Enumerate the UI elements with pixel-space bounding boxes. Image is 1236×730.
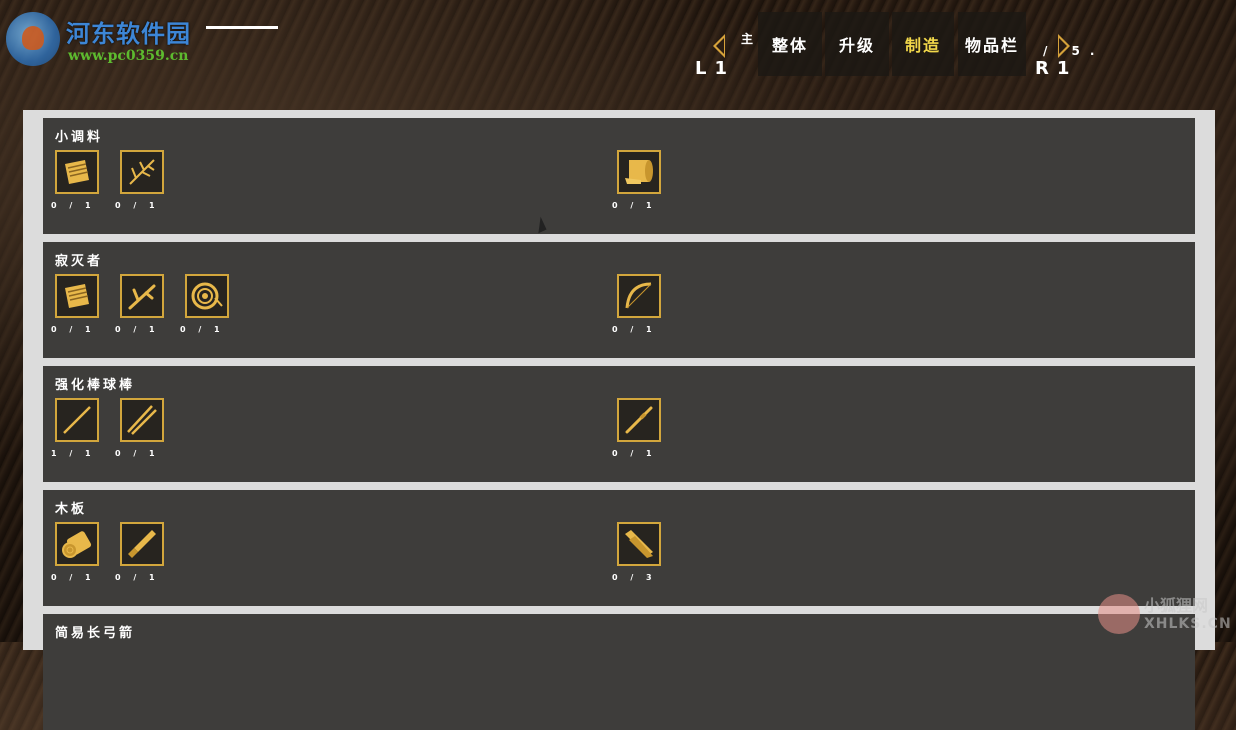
right-extra: / 5. — [1043, 44, 1105, 58]
branch-icon[interactable] — [120, 274, 164, 318]
stick-icon[interactable] — [55, 398, 99, 442]
ingredient-qty: 0 / 1 — [115, 573, 160, 582]
knife-icon[interactable] — [120, 522, 164, 566]
tab-crafting[interactable]: 制造 — [892, 12, 954, 76]
tab-label: 物品栏 — [964, 36, 1019, 55]
log-icon[interactable] — [55, 522, 99, 566]
tab-overall[interactable]: 整体 — [758, 12, 822, 76]
recipe-name: 寂灭者 — [55, 254, 104, 269]
menu-navigation: 主 L1 整体 升级 制造 物品栏 / 5. R1 — [695, 12, 1115, 79]
fox-logo-icon — [1098, 594, 1140, 634]
watermark2-title: 小狐狸网 — [1144, 596, 1209, 615]
prev-tab-icon[interactable] — [713, 34, 725, 58]
crafting-panel: 小调料 0 / 1 0 / 1 0 / 1 寂灭者 0 / 1 0 / 1 0 … — [23, 110, 1215, 730]
ingredient-qty: 1 / 1 — [51, 449, 96, 458]
recipe-row[interactable]: 强化棒球棒 1 / 1 0 / 1 0 / 1 — [43, 366, 1195, 482]
herb-icon[interactable] — [120, 150, 164, 194]
sticks-icon[interactable] — [120, 398, 164, 442]
recipe-row[interactable]: 寂灭者 0 / 1 0 / 1 0 / 1 0 / 1 — [43, 242, 1195, 358]
watermark2-url: XHLKS.CN — [1144, 616, 1232, 632]
next-tab-icon[interactable] — [1058, 34, 1070, 58]
result-qty: 0 / 1 — [612, 449, 657, 458]
bow-icon[interactable] — [617, 274, 661, 318]
l1-key-hint: L1 — [695, 58, 735, 79]
watermark-url: www.pc0359.cn — [68, 48, 189, 64]
tab-label: 升级 — [838, 36, 875, 55]
recipe-name: 小调料 — [55, 130, 104, 145]
left-label: 主 — [741, 32, 754, 46]
watermark-logo — [6, 12, 60, 66]
planks-icon[interactable] — [617, 522, 661, 566]
result-qty: 0 / 1 — [612, 325, 657, 334]
tab-label: 整体 — [771, 36, 808, 55]
tab-label: 制造 — [904, 36, 941, 55]
ingredient-qty: 0 / 1 — [51, 573, 96, 582]
recipe-name: 简易长弓箭 — [55, 626, 136, 641]
watermark-title: 河东软件园 — [66, 19, 191, 48]
result-qty: 0 / 1 — [612, 201, 657, 210]
tab-upgrade[interactable]: 升级 — [825, 12, 889, 76]
cloth-icon[interactable] — [55, 150, 99, 194]
tab-inventory[interactable]: 物品栏 — [958, 12, 1026, 76]
bat-icon[interactable] — [617, 398, 661, 442]
cloth-icon[interactable] — [55, 274, 99, 318]
ingredient-qty: 0 / 1 — [180, 325, 225, 334]
r1-key-hint: R1 — [1035, 58, 1078, 79]
ingredient-qty: 0 / 1 — [51, 325, 96, 334]
site-watermark-2: 小狐狸网 XHLKS.CN — [1098, 590, 1233, 640]
recipe-name: 木板 — [55, 502, 88, 517]
site-watermark: 河东软件园 www.pc0359.cn — [6, 8, 278, 68]
rope-coil-icon[interactable] — [185, 274, 229, 318]
recipe-row[interactable]: 简易长弓箭 — [43, 614, 1195, 730]
recipe-row[interactable]: 木板 0 / 1 0 / 1 0 / 3 — [43, 490, 1195, 606]
ingredient-qty: 0 / 1 — [51, 201, 96, 210]
bandage-roll-icon[interactable] — [617, 150, 661, 194]
result-qty: 0 / 3 — [612, 573, 657, 582]
divider — [206, 26, 278, 29]
recipe-row[interactable]: 小调料 0 / 1 0 / 1 0 / 1 — [43, 118, 1195, 234]
ingredient-qty: 0 / 1 — [115, 201, 160, 210]
recipe-name: 强化棒球棒 — [55, 378, 136, 393]
ingredient-qty: 0 / 1 — [115, 449, 160, 458]
ingredient-qty: 0 / 1 — [115, 325, 160, 334]
